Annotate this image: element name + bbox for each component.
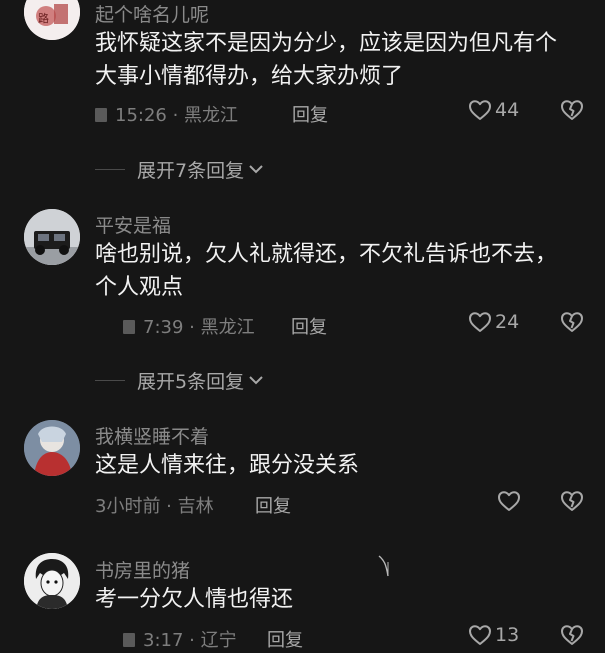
like-button[interactable]: 13 xyxy=(468,624,519,646)
avatar[interactable] xyxy=(24,420,80,476)
broken-heart-icon xyxy=(561,491,583,511)
avatar[interactable]: 路 xyxy=(24,0,80,40)
broken-heart-icon xyxy=(561,625,583,645)
comment-meta: 7:39 · 黑龙江 回复 24 xyxy=(95,311,595,339)
dislike-button[interactable] xyxy=(560,490,584,512)
comment-meta: 3:17 · 辽宁 回复 13 xyxy=(95,624,595,652)
like-button[interactable]: 24 xyxy=(468,311,519,333)
comment-time-location: 15:26 · 黑龙江 xyxy=(95,101,238,127)
username[interactable]: 起个啥名儿呢 xyxy=(95,0,209,27)
like-button[interactable] xyxy=(497,490,521,512)
broken-heart-icon xyxy=(561,100,583,120)
comment-text: 这是人情来往，跟分没关系 xyxy=(95,453,360,478)
chevron-down-icon xyxy=(249,376,263,385)
expand-replies-label: 展开7条回复 xyxy=(137,159,245,182)
comment-time-location: 3:17 · 辽宁 xyxy=(123,626,237,652)
blurred-region xyxy=(123,633,135,647)
expand-replies-button[interactable]: 展开7条回复 xyxy=(95,157,264,182)
dislike-button[interactable] xyxy=(560,99,584,121)
blurred-region xyxy=(123,320,135,334)
username[interactable]: 我横竖睡不着 xyxy=(95,422,209,449)
cursor-mark xyxy=(378,555,389,577)
comment-meta: 15:26 · 黑龙江 回复 44 xyxy=(95,99,595,127)
username[interactable]: 书房里的猪 xyxy=(95,556,190,583)
reply-button[interactable]: 回复 xyxy=(267,626,303,652)
like-count: 24 xyxy=(495,311,520,333)
comment-text: 啥也别说，欠人礼就得还，不欠礼告诉也不去，个人观点 xyxy=(95,242,558,300)
like-count: 44 xyxy=(495,99,520,121)
like-count: 13 xyxy=(495,624,520,646)
blurred-region xyxy=(95,108,107,122)
reply-button[interactable]: 回复 xyxy=(291,313,327,339)
expand-replies-label: 展开5条回复 xyxy=(137,370,245,393)
chevron-down-icon xyxy=(249,165,263,174)
heart-outline-icon xyxy=(469,312,491,332)
comment-meta: 3小时前 · 吉林 回复 xyxy=(95,490,595,518)
divider-line xyxy=(95,168,125,170)
comment-text: 考一分欠人情也得还 xyxy=(95,587,294,612)
svg-text:路: 路 xyxy=(38,12,49,25)
dislike-button[interactable] xyxy=(560,311,584,333)
expand-replies-button[interactable]: 展开5条回复 xyxy=(95,368,264,393)
dislike-button[interactable] xyxy=(560,624,584,646)
reply-button[interactable]: 回复 xyxy=(292,101,328,127)
heart-outline-icon xyxy=(498,491,520,511)
username[interactable]: 平安是福 xyxy=(95,211,171,238)
like-button[interactable]: 44 xyxy=(468,99,519,121)
comment-time-location: 7:39 · 黑龙江 xyxy=(123,313,255,339)
divider-line xyxy=(95,379,125,381)
heart-outline-icon xyxy=(469,100,491,120)
avatar[interactable] xyxy=(24,209,80,265)
heart-outline-icon xyxy=(469,625,491,645)
broken-heart-icon xyxy=(561,312,583,332)
comment-text: 我怀疑这家不是因为分少，应该是因为但凡有个大事小情都得办，给大家办烦了 xyxy=(95,31,558,89)
avatar[interactable] xyxy=(24,553,80,609)
reply-button[interactable]: 回复 xyxy=(255,492,291,518)
comment-time-location: 3小时前 · 吉林 xyxy=(95,496,214,517)
